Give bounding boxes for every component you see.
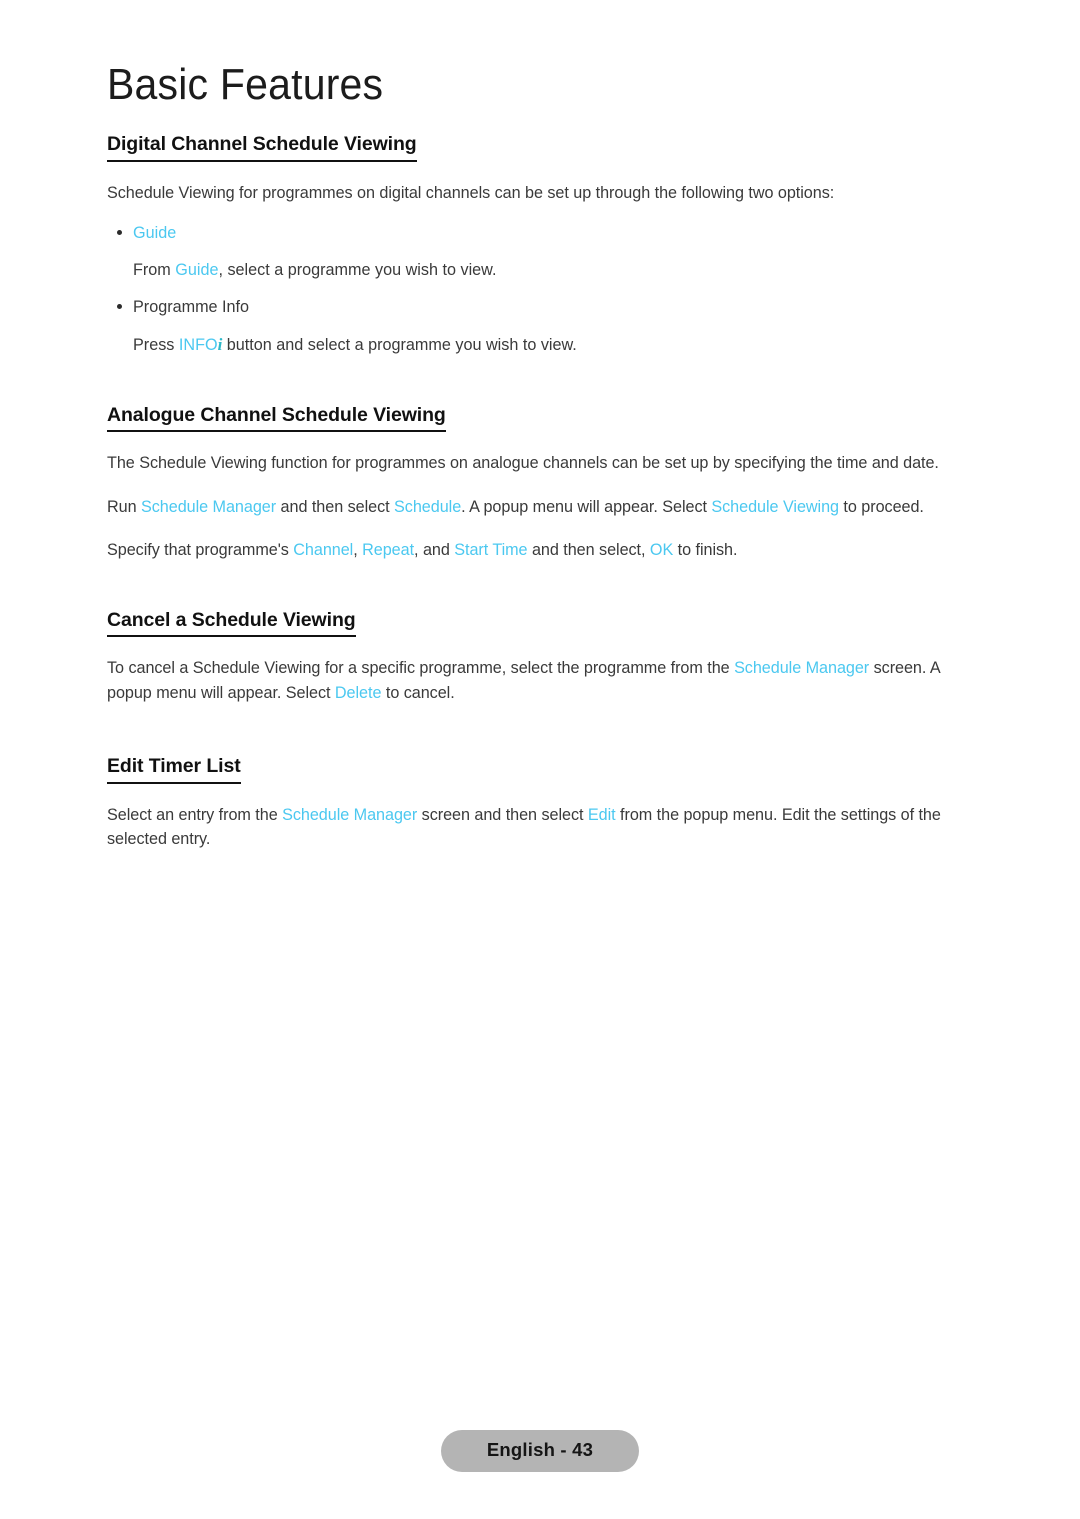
edit-t2: screen and then select <box>417 805 588 824</box>
keyword-start-time: Start Time <box>454 541 528 560</box>
digital-options-list: Guide From Guide, select a programme you… <box>107 221 979 357</box>
section-analogue-channel-schedule-viewing: Analogue Channel Schedule Viewing The Sc… <box>107 358 979 563</box>
page-content: Basic Features Digital Channel Schedule … <box>107 60 979 852</box>
programme-info-detail-text: Press INFOi button and select a programm… <box>107 332 979 358</box>
info-button-keyword: INFO <box>178 336 218 355</box>
keyword-schedule-manager: Schedule Manager <box>141 497 277 516</box>
section-digital-channel-schedule-viewing: Digital Channel Schedule Viewing Schedul… <box>107 133 979 357</box>
section-heading-edit-timer-list: Edit Timer List <box>107 755 241 784</box>
guide-keyword: Guide <box>175 261 219 280</box>
section-edit-timer-list: Edit Timer List Select an entry from the… <box>107 705 979 852</box>
page-footer: English - 43 <box>0 1430 1080 1472</box>
keyword-schedule-viewing: Schedule Viewing <box>711 497 839 516</box>
section-cancel-a-schedule-viewing: Cancel a Schedule Viewing To cancel a Sc… <box>107 563 979 706</box>
analogue-p2-t3: . A popup menu will appear. Select <box>461 497 712 516</box>
analogue-p2-t1: Run <box>107 497 141 516</box>
edit-t1: Select an entry from the <box>107 805 283 824</box>
keyword-ok: OK <box>649 541 674 560</box>
chapter-title: Basic Features <box>107 60 384 109</box>
programme-info-detail-suffix: button and select a programme you wish t… <box>222 336 577 355</box>
analogue-p2-t2: and then select <box>276 497 395 516</box>
section-heading-analogue: Analogue Channel Schedule Viewing <box>107 404 446 432</box>
cancel-paragraph: To cancel a Schedule Viewing for a speci… <box>107 656 979 705</box>
analogue-p3-t5: to finish. <box>673 541 738 560</box>
keyword-channel: Channel <box>293 541 354 560</box>
analogue-paragraph-3: Specify that programme's Channel, Repeat… <box>107 538 979 563</box>
keyword-edit: Edit <box>587 805 616 824</box>
cancel-t1: To cancel a Schedule Viewing for a speci… <box>107 659 735 678</box>
keyword-repeat: Repeat <box>362 541 415 560</box>
digital-intro-text: Schedule Viewing for programmes on digit… <box>107 183 835 202</box>
analogue-paragraph-2: Run Schedule Manager and then select Sch… <box>107 495 979 520</box>
cancel-t3: to cancel. <box>381 683 455 702</box>
guide-detail-prefix: From <box>133 261 176 280</box>
analogue-p3-t1: Specify that programme's <box>107 541 294 560</box>
section-heading-cancel: Cancel a Schedule Viewing <box>107 609 356 638</box>
manual-page: Basic Features Digital Channel Schedule … <box>0 0 1080 1519</box>
edit-timer-paragraph: Select an entry from the Schedule Manage… <box>107 803 979 852</box>
programme-info-detail-prefix: Press <box>133 336 179 355</box>
section-heading-digital: Digital Channel Schedule Viewing <box>107 133 417 162</box>
guide-detail-text: From Guide, select a programme you wish … <box>107 258 979 282</box>
page-number-badge: English - 43 <box>440 1430 640 1472</box>
bullet-dot-icon <box>117 303 122 309</box>
keyword-schedule-manager: Schedule Manager <box>734 659 870 678</box>
list-item: Guide <box>107 221 979 245</box>
analogue-p3-t2: , <box>353 541 363 560</box>
analogue-paragraph-1: The Schedule Viewing function for progra… <box>107 453 939 472</box>
analogue-p3-t3: , and <box>414 541 455 560</box>
guide-detail-suffix: , select a programme you wish to view. <box>218 261 497 280</box>
option-label-programme-info: Programme Info <box>133 297 250 316</box>
option-label-guide: Guide <box>133 224 177 243</box>
list-item: Programme Info <box>107 295 979 319</box>
keyword-schedule-manager: Schedule Manager <box>282 805 418 824</box>
analogue-p3-t4: and then select, <box>527 541 650 560</box>
bullet-dot-icon <box>117 230 122 236</box>
keyword-delete: Delete <box>334 683 382 702</box>
keyword-schedule: Schedule <box>394 497 462 516</box>
analogue-p2-t4: to proceed. <box>838 497 924 516</box>
